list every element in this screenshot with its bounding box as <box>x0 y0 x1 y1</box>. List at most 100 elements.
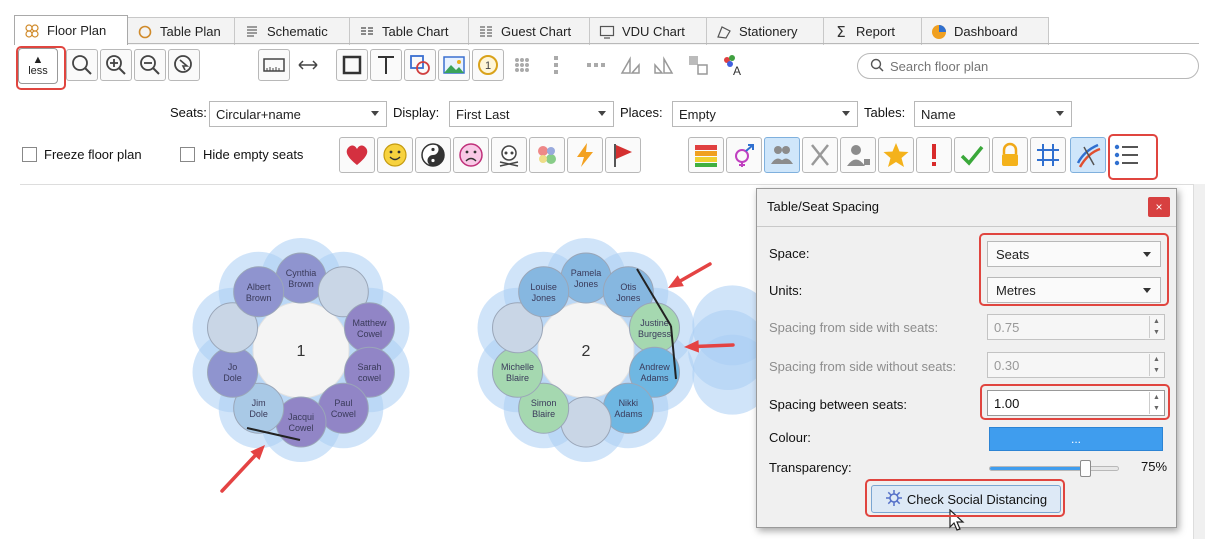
seat-column-icon[interactable] <box>540 49 572 81</box>
zoom-icon[interactable] <box>66 49 98 81</box>
lightning-icon[interactable] <box>567 137 603 173</box>
report-icon: Σ <box>832 23 850 41</box>
flag-icon[interactable] <box>605 137 641 173</box>
color-text-icon[interactable]: A <box>716 49 748 81</box>
table-group[interactable]: 1CynthiaBrownMatthewCowelSarahcowelPaulC… <box>192 238 410 462</box>
tab-table-chart[interactable]: Table Chart <box>349 17 469 45</box>
align-right-icon[interactable] <box>648 49 680 81</box>
mouse-cursor-icon <box>949 509 965 531</box>
between-spinbox[interactable]: 1.00 ▲ ▼ <box>987 390 1165 416</box>
person-icon[interactable] <box>840 137 876 173</box>
cutlery-icon[interactable] <box>802 137 838 173</box>
seat-last-name: Dole <box>223 373 242 383</box>
freeze-checkbox[interactable] <box>22 147 37 162</box>
display-select[interactable]: First Last <box>449 101 614 127</box>
seat-first-name: Simon <box>531 398 557 408</box>
tab-stationery[interactable]: Stationery <box>706 17 824 45</box>
chevron-down-icon <box>1143 288 1151 293</box>
chevron-down-icon <box>598 111 606 116</box>
side-noseats-spinbox: 0.30 ▲ ▼ <box>987 352 1165 378</box>
tab-label: Floor Plan <box>47 23 107 38</box>
seat-first-name: Otis <box>620 282 637 292</box>
tab-label: Table Plan <box>160 24 221 39</box>
zoom-out-icon[interactable] <box>134 49 166 81</box>
check-social-distancing-button[interactable]: Check Social Distancing <box>871 485 1061 513</box>
tables-select-value: Name <box>921 106 956 122</box>
seat-last-name: Dole <box>249 409 268 419</box>
rectangle-icon[interactable] <box>336 49 368 81</box>
colour-button[interactable]: ... <box>989 427 1163 451</box>
arrange-icon[interactable] <box>682 49 714 81</box>
tab-label: Report <box>856 24 896 39</box>
list-icon[interactable] <box>1108 137 1144 173</box>
spin-arrows-icon[interactable]: ▲ ▼ <box>1149 392 1163 414</box>
close-icon[interactable]: × <box>1148 197 1170 217</box>
units-select[interactable]: Metres <box>987 277 1161 303</box>
image-icon[interactable] <box>438 49 470 81</box>
table-number: 1 <box>297 343 306 360</box>
heart-icon[interactable] <box>339 137 375 173</box>
transparency-label: Transparency: <box>769 460 852 475</box>
sad-icon[interactable] <box>453 137 489 173</box>
seat-last-name: Cowel <box>357 329 382 339</box>
tab-schematic[interactable]: Schematic <box>234 17 350 45</box>
text-icon[interactable] <box>370 49 402 81</box>
table-number-icon[interactable]: 1 <box>472 49 504 81</box>
seat-grid-icon[interactable] <box>506 49 538 81</box>
search-box[interactable] <box>857 53 1199 79</box>
check-icon[interactable] <box>954 137 990 173</box>
seat-first-name: Jacqui <box>288 412 314 422</box>
zoom-fit-icon[interactable] <box>168 49 200 81</box>
zoom-in-icon[interactable] <box>100 49 132 81</box>
spacing-dialog: Table/Seat Spacing × Space: Seats Units:… <box>756 188 1177 528</box>
schematic-icon <box>243 23 261 41</box>
tab-floor-plan[interactable]: Floor Plan <box>14 15 128 45</box>
tab-divider <box>14 43 1199 44</box>
ruler-icon[interactable] <box>258 49 290 81</box>
skull-icon[interactable] <box>491 137 527 173</box>
transparency-slider-handle[interactable] <box>1080 460 1091 477</box>
places-select[interactable]: Empty <box>672 101 858 127</box>
spacing-icon[interactable] <box>1070 137 1106 173</box>
align-left-icon[interactable] <box>614 49 646 81</box>
seat-first-name: Pamela <box>571 268 602 278</box>
tab-guest-chart[interactable]: Guest Chart <box>468 17 590 45</box>
gender-icon[interactable] <box>726 137 762 173</box>
tab-report[interactable]: Σ Report <box>823 17 922 45</box>
star-icon[interactable] <box>878 137 914 173</box>
tab-vdu-chart[interactable]: VDU Chart <box>589 17 707 45</box>
lock-icon[interactable] <box>992 137 1028 173</box>
spin-arrows-icon: ▲ ▼ <box>1149 354 1163 376</box>
table-group[interactable]: 2PamelaJones OtisJonesJustineBurgessAndre… <box>477 238 695 462</box>
units-select-value: Metres <box>996 282 1036 298</box>
seat-row-icon[interactable] <box>580 49 612 81</box>
vertical-scrollbar[interactable] <box>1193 184 1205 539</box>
seat-first-name: Jo <box>228 362 238 372</box>
side-seats-label: Spacing from side with seats: <box>769 320 939 335</box>
color-bars-icon[interactable] <box>688 137 724 173</box>
tables-select[interactable]: Name <box>914 101 1072 127</box>
grid-icon[interactable] <box>1030 137 1066 173</box>
seats-select[interactable]: Circular+name <box>209 101 387 127</box>
search-input[interactable] <box>890 58 1180 74</box>
group-icon[interactable] <box>764 137 800 173</box>
transparency-slider[interactable] <box>989 460 1119 477</box>
smile-icon[interactable] <box>377 137 413 173</box>
view-options-bar: Seats: Circular+name Display: First Last… <box>0 98 1207 130</box>
seat-first-name: Matthew <box>352 318 387 328</box>
table-number: 2 <box>582 343 591 360</box>
tables-label: Tables: <box>864 105 906 120</box>
less-button[interactable]: ▲ less <box>18 48 58 84</box>
yin-yang-icon[interactable] <box>415 137 451 173</box>
tab-dashboard[interactable]: Dashboard <box>921 17 1049 45</box>
seat-last-name: cowel <box>358 373 381 383</box>
shapes-icon[interactable] <box>404 49 436 81</box>
tab-table-plan[interactable]: Table Plan <box>127 17 235 45</box>
seats-select-value: Circular+name <box>216 106 301 122</box>
space-label: Space: <box>769 246 810 261</box>
couple-icon[interactable] <box>529 137 565 173</box>
exclamation-icon[interactable] <box>916 137 952 173</box>
hide-empty-checkbox[interactable] <box>180 147 195 162</box>
measure-icon[interactable] <box>292 49 324 81</box>
space-select[interactable]: Seats <box>987 241 1161 267</box>
